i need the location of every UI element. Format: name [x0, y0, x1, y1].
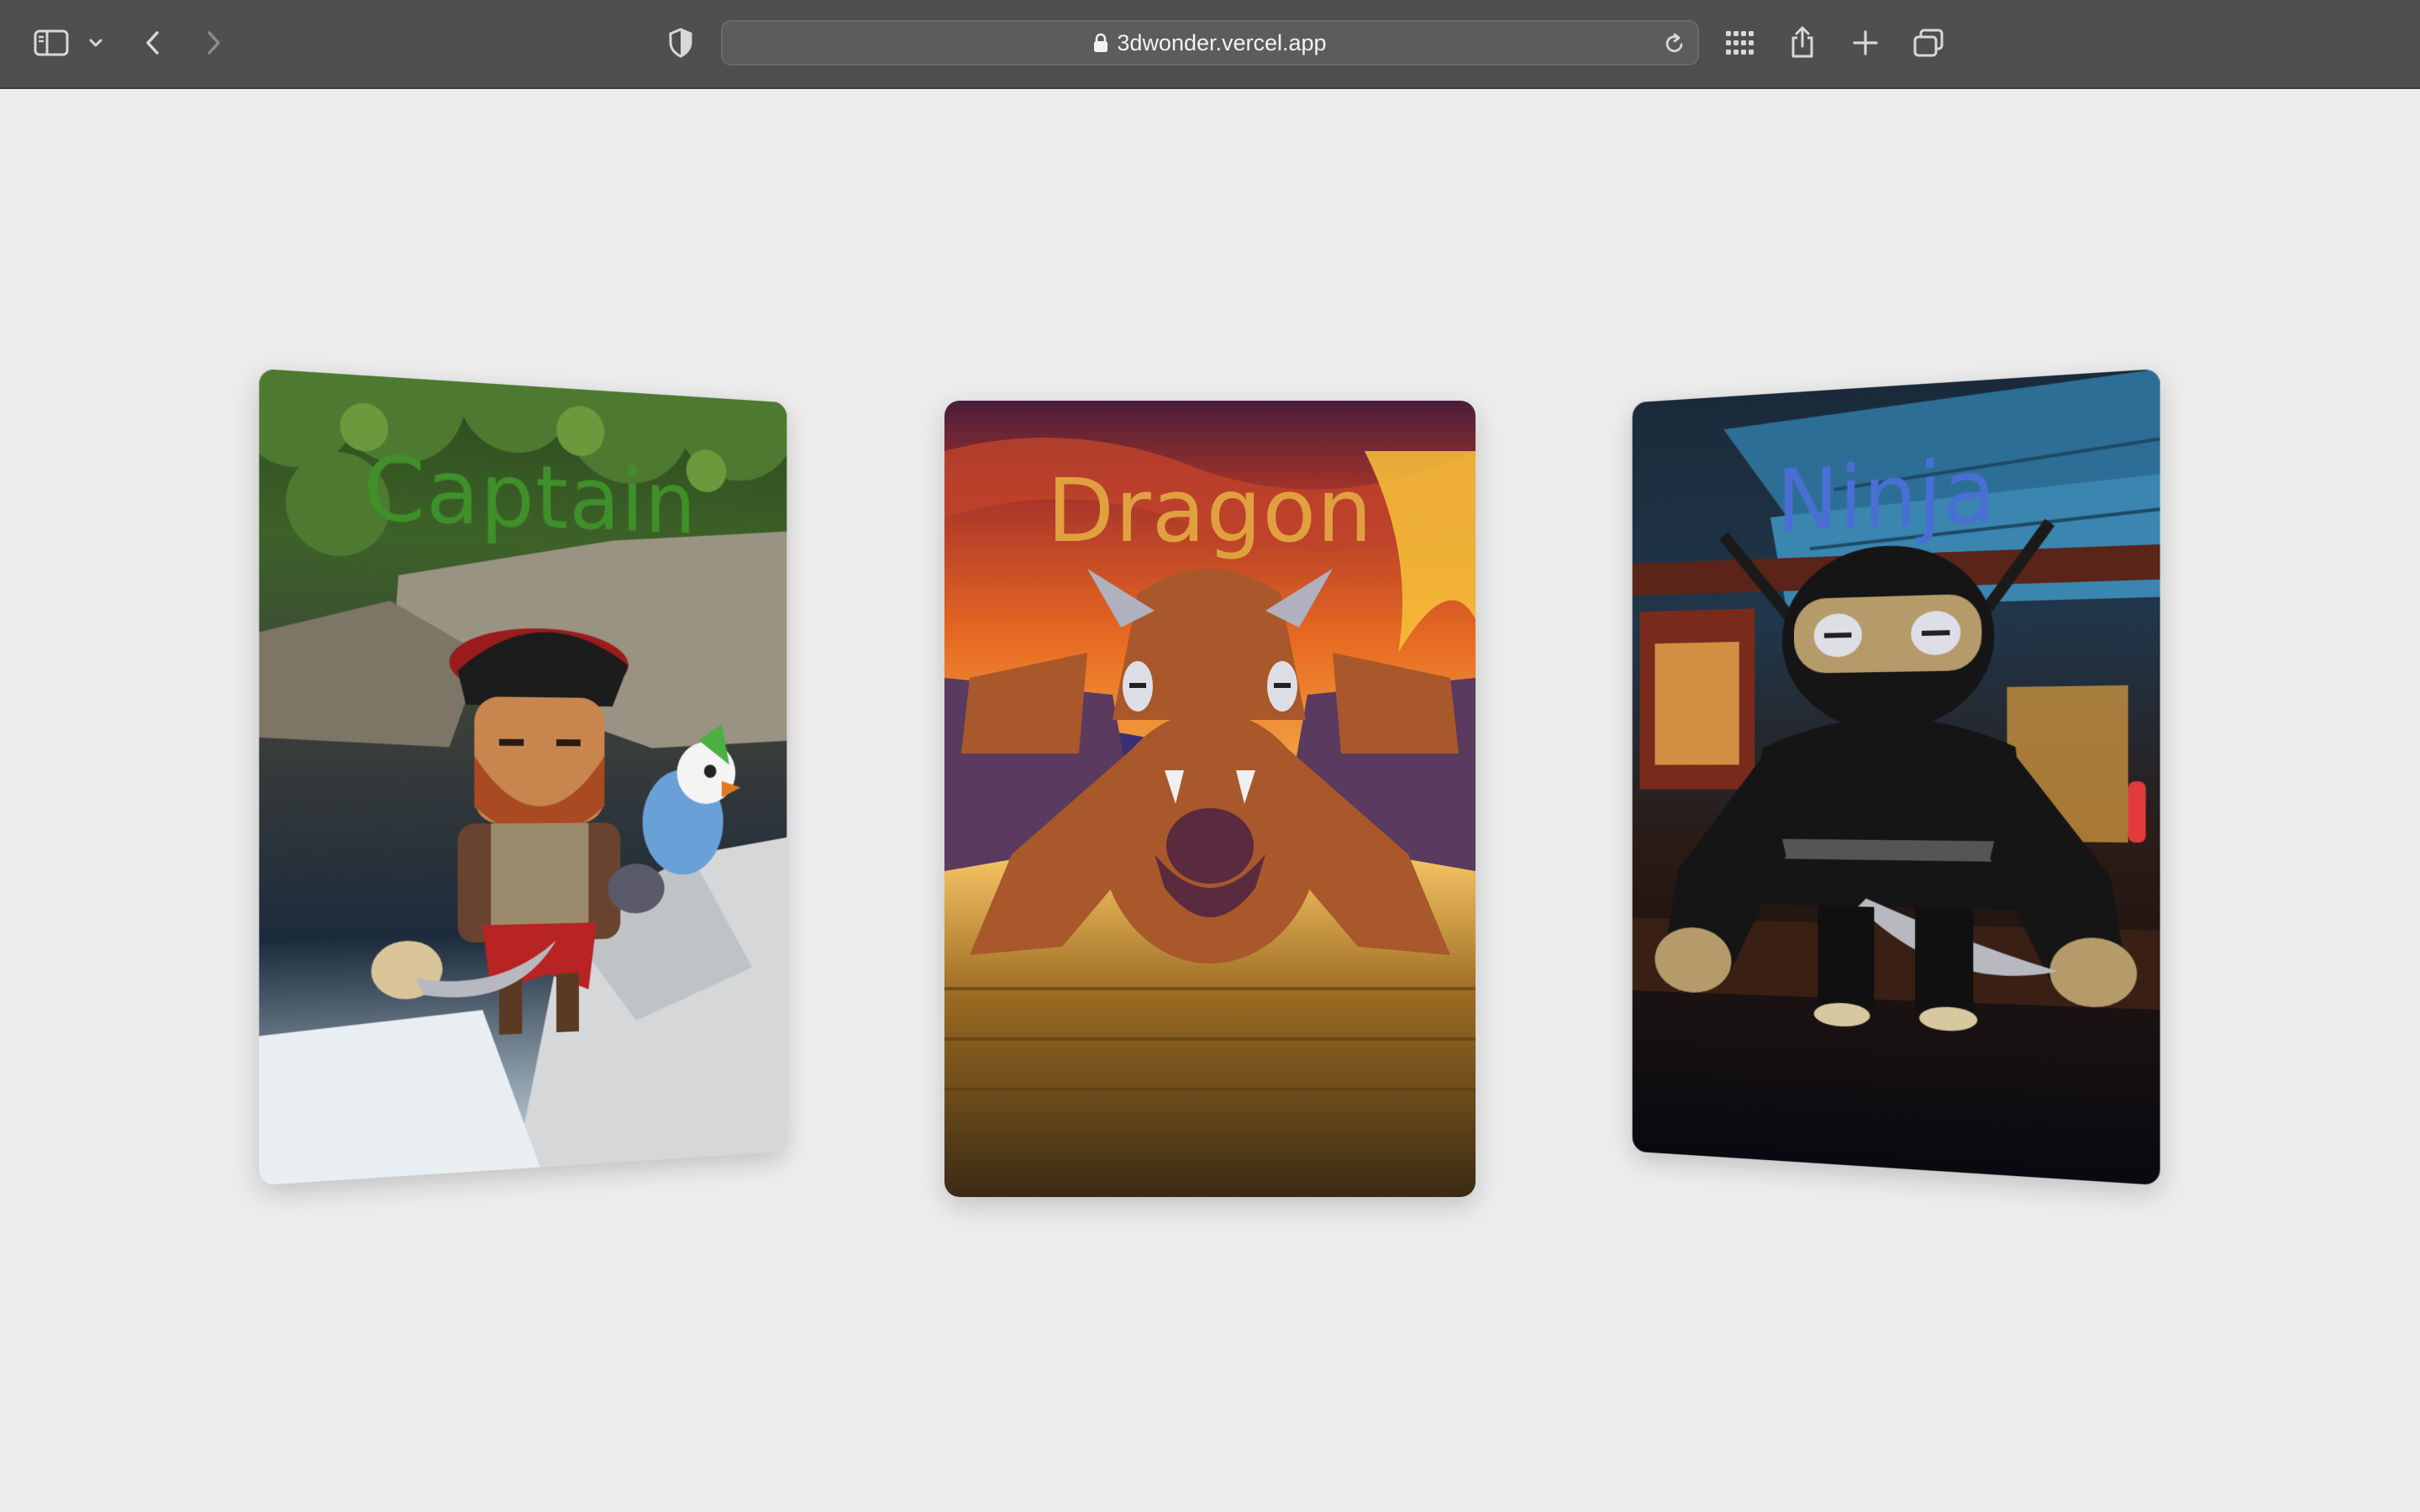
card-title-dragon: Dragon — [944, 459, 1476, 562]
address-bar[interactable]: 3dwonder.vercel.app — [721, 20, 1699, 66]
extensions-button[interactable] — [1723, 25, 1758, 60]
sidebar-toggle-button[interactable] — [30, 25, 72, 60]
tab-overview-button[interactable] — [1911, 25, 1946, 60]
card-dragon[interactable]: Dragon — [944, 401, 1476, 1197]
share-icon — [1789, 25, 1816, 59]
url-text: 3dwonder.vercel.app — [1117, 30, 1326, 56]
forward-button[interactable] — [198, 24, 229, 62]
card-captain[interactable]: Captain — [259, 369, 786, 1185]
plus-icon — [1853, 30, 1878, 55]
reload-button[interactable] — [1660, 29, 1689, 59]
privacy-report-button[interactable] — [664, 25, 697, 60]
lock-icon — [1093, 33, 1108, 53]
back-icon — [145, 29, 161, 56]
reload-icon — [1664, 32, 1686, 55]
tabs-icon — [1913, 29, 1944, 57]
chevron-down-icon — [89, 38, 103, 48]
card-gallery: Captain Dragon Ninja — [0, 89, 2420, 1512]
card-ninja[interactable]: Ninja — [1633, 369, 2160, 1185]
forward-icon — [205, 29, 222, 56]
grid-icon — [1725, 30, 1755, 55]
back-button[interactable] — [138, 24, 168, 62]
new-tab-button[interactable] — [1849, 25, 1882, 60]
browser-toolbar: 3dwonder.vercel.app — [0, 0, 2420, 89]
sidebar-icon — [34, 29, 69, 56]
share-button[interactable] — [1785, 22, 1820, 62]
shield-icon — [668, 28, 693, 58]
url-display[interactable]: 3dwonder.vercel.app — [723, 22, 1697, 64]
sidebar-menu-button[interactable] — [84, 30, 108, 55]
